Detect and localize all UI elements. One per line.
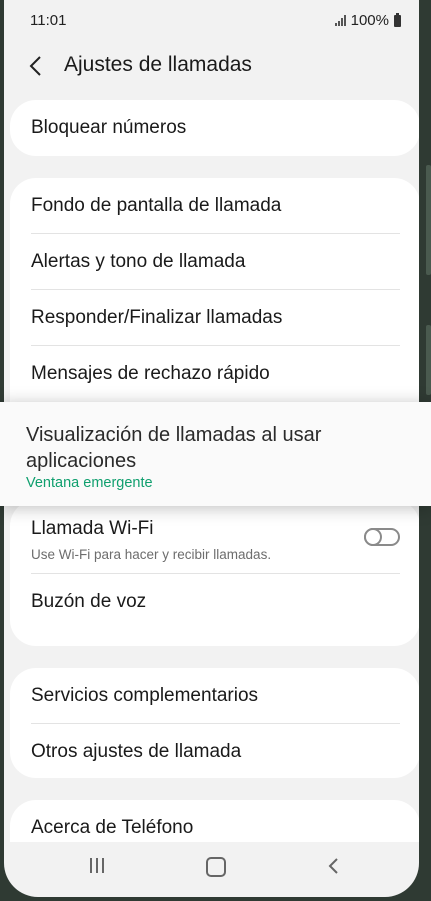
- card-about: Acerca de Teléfono: [10, 800, 419, 842]
- nav-back-icon[interactable]: [326, 856, 340, 876]
- page-title: Ajustes de llamadas: [64, 53, 252, 76]
- settings-item-supplementary-services[interactable]: Servicios complementarios: [10, 668, 419, 724]
- back-arrow-icon[interactable]: [26, 54, 46, 78]
- navigation-bar: [4, 842, 419, 892]
- item-label: Servicios complementarios: [31, 685, 259, 706]
- wifi-calling-description: Use Wi-Fi para hacer y recibir llamadas.: [31, 547, 272, 562]
- settings-item-call-alerts[interactable]: Alertas y tono de llamada: [10, 234, 419, 290]
- item-label: Buzón de voz: [31, 591, 147, 612]
- settings-item-quick-decline-messages[interactable]: Mensajes de rechazo rápido: [10, 346, 419, 402]
- card-block-numbers: Bloquear números: [10, 100, 419, 156]
- battery-percent: 100%: [350, 12, 389, 29]
- card-services: Servicios complementarios Otros ajustes …: [10, 668, 419, 778]
- signal-icon: [334, 15, 346, 26]
- item-label: Fondo de pantalla de llamada: [31, 195, 282, 216]
- popup-title: Visualización de llamadas al usar aplica…: [26, 424, 322, 472]
- item-label: Otros ajustes de llamada: [31, 741, 242, 762]
- toggle-knob: [364, 528, 382, 546]
- settings-item-voicemail[interactable]: Buzón de voz: [10, 574, 419, 630]
- item-label: Alertas y tono de llamada: [31, 251, 246, 272]
- status-right: 100%: [334, 12, 401, 29]
- wifi-calling-toggle[interactable]: [364, 528, 400, 546]
- call-display-popup[interactable]: Visualización de llamadas al usar aplica…: [0, 402, 431, 506]
- settings-item-block-numbers[interactable]: Bloquear números: [10, 100, 419, 156]
- settings-item-wifi-calling[interactable]: Llamada Wi-Fi Use Wi-Fi para hacer y rec…: [10, 500, 419, 574]
- battery-icon: [394, 12, 401, 27]
- item-label: Responder/Finalizar llamadas: [31, 307, 283, 328]
- status-bar: 11:01 100%: [4, 0, 419, 40]
- card-wifi-voicemail: Llamada Wi-Fi Use Wi-Fi para hacer y rec…: [10, 500, 419, 646]
- power-button: [426, 325, 431, 395]
- settings-item-answer-end-calls[interactable]: Responder/Finalizar llamadas: [10, 290, 419, 346]
- recent-apps-icon[interactable]: [90, 858, 104, 873]
- app-header: Ajustes de llamadas: [4, 40, 419, 92]
- volume-button: [426, 165, 431, 275]
- status-time: 11:01: [30, 12, 67, 29]
- popup-value: Ventana emergente: [26, 475, 153, 491]
- item-label: Mensajes de rechazo rápido: [31, 363, 270, 384]
- settings-item-about-phone[interactable]: Acerca de Teléfono: [10, 800, 419, 842]
- item-label: Acerca de Teléfono: [31, 817, 194, 838]
- home-icon[interactable]: [206, 857, 226, 877]
- item-label: Bloquear números: [31, 117, 187, 138]
- settings-item-other-call-settings[interactable]: Otros ajustes de llamada: [10, 724, 419, 780]
- wifi-calling-label: Llamada Wi-Fi: [31, 518, 154, 539]
- settings-item-call-background[interactable]: Fondo de pantalla de llamada: [10, 178, 419, 234]
